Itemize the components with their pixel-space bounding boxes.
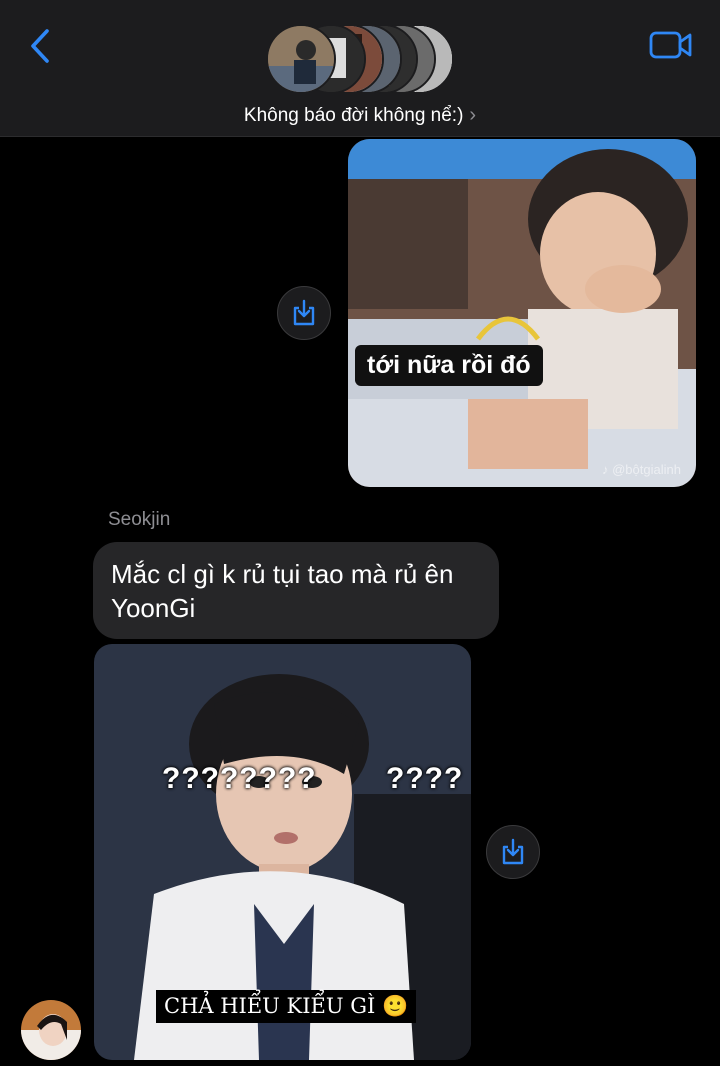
incoming-text-message[interactable]: Mắc cl gì k rủ tụi tao mà rủ ên YoonGi (93, 542, 499, 639)
chat-header: Không báo đời không nể:) › (0, 0, 720, 137)
save-download-icon (293, 299, 315, 326)
chevron-right-icon: › (469, 104, 477, 126)
image-caption: tới nữa rồi đó (355, 345, 543, 386)
image-overlay-text-right: ???? (386, 762, 464, 795)
sender-name: Seokjin (108, 509, 171, 530)
group-avatars[interactable] (266, 24, 456, 96)
video-call-button[interactable] (646, 26, 696, 64)
chevron-left-icon (31, 29, 49, 63)
sender-avatar[interactable] (21, 1000, 81, 1060)
member-avatar (266, 24, 336, 94)
back-button[interactable] (20, 24, 60, 68)
save-download-icon (502, 838, 524, 865)
video-camera-icon (649, 31, 692, 59)
image-watermark: ♪ @bộtgialinh (602, 462, 681, 477)
group-title[interactable]: Không báo đời không nể:) › (0, 104, 720, 127)
image-caption: CHẢ HIỂU KIỂU GÌ 🙂 (156, 990, 417, 1023)
group-title-text: Không báo đời không nể:) (243, 105, 464, 126)
outgoing-image-message[interactable]: tới nữa rồi đó ♪ @bộtgialinh (348, 139, 696, 487)
save-image-button[interactable] (277, 286, 331, 340)
image-overlay-text-left: ???????? (162, 762, 317, 795)
meme-image (348, 139, 696, 487)
chat-screen: Không báo đời không nể:) › tới nữa rồi đó… (0, 0, 720, 1066)
incoming-image-message[interactable]: ???????? ???? CHẢ HIỂU KIỂU GÌ 🙂 (94, 644, 471, 1060)
save-image-button[interactable] (486, 825, 540, 879)
